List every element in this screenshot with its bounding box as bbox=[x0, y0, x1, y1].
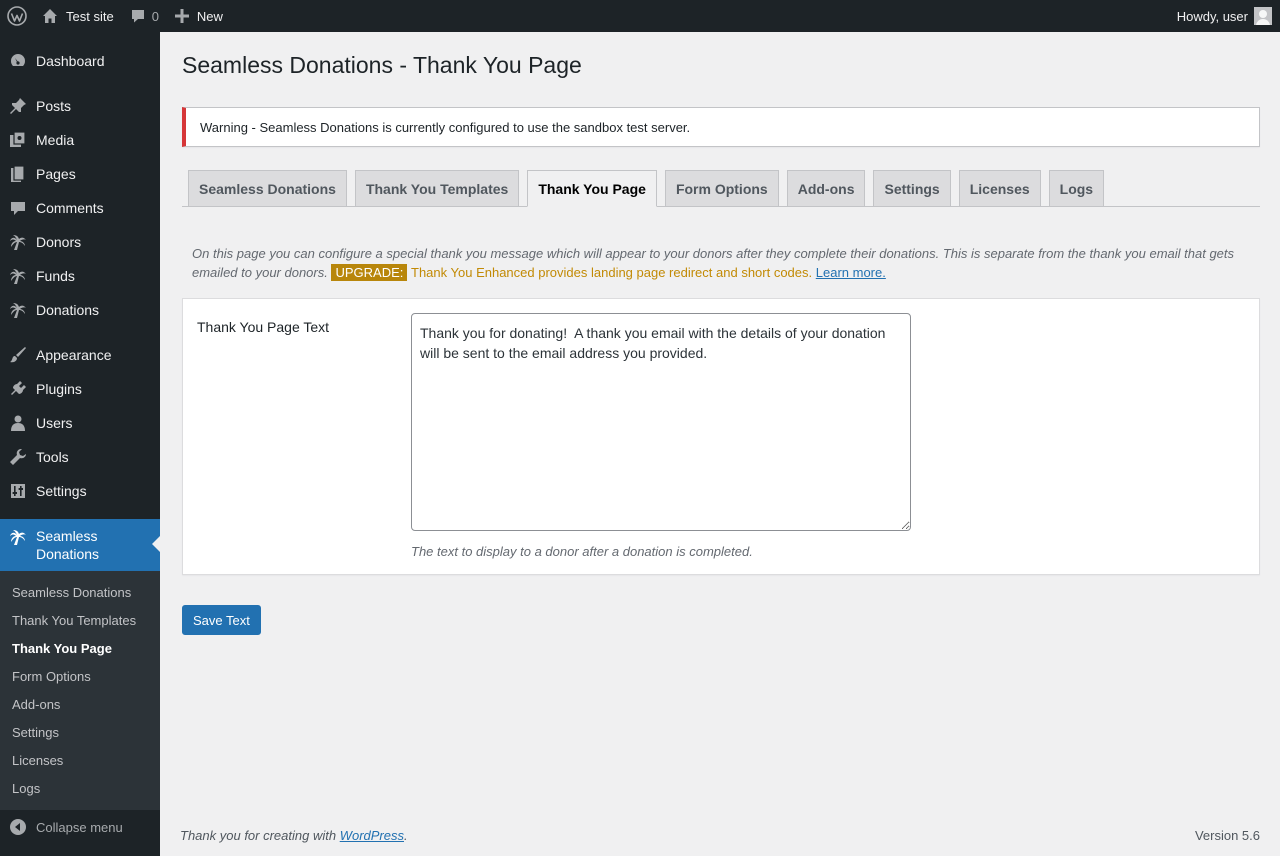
tab-seamless-donations[interactable]: Seamless Donations bbox=[188, 170, 347, 206]
collapse-arrow-icon bbox=[0, 818, 36, 836]
sidebar-item-dashboard[interactable]: Dashboard bbox=[0, 44, 160, 78]
sidebar-item-media[interactable]: Media bbox=[0, 123, 160, 157]
wordpress-link[interactable]: WordPress bbox=[340, 828, 404, 843]
submenu-item-seamless-donations[interactable]: Seamless Donations bbox=[0, 578, 160, 606]
save-text-button[interactable]: Save Text bbox=[182, 605, 261, 635]
submenu-item-add-ons[interactable]: Add-ons bbox=[0, 690, 160, 718]
submenu-item-thank-you-templates[interactable]: Thank You Templates bbox=[0, 606, 160, 634]
sidebar-item-label: Comments bbox=[36, 200, 104, 216]
palm-tree-icon bbox=[0, 233, 36, 251]
sidebar-item-label: Media bbox=[36, 132, 75, 148]
tab-thank-you-templates[interactable]: Thank You Templates bbox=[354, 170, 520, 206]
nav-tabs: Seamless Donations Thank You Templates T… bbox=[182, 170, 1260, 207]
comment-icon bbox=[131, 10, 144, 23]
home-icon bbox=[43, 9, 57, 23]
palm-tree-icon bbox=[0, 527, 36, 546]
sidebar-item-plugins[interactable]: Plugins bbox=[0, 372, 160, 406]
sidebar-item-pages[interactable]: Pages bbox=[0, 157, 160, 191]
sidebar-item-label: Donors bbox=[36, 234, 82, 250]
sidebar-item-label: Donations bbox=[36, 302, 100, 318]
sidebar-item-seamless-donations[interactable]: Seamless Donations bbox=[0, 519, 160, 571]
comments-link[interactable]: 0 bbox=[122, 0, 167, 32]
main-content: Seamless Donations - Thank You Page Warn… bbox=[160, 32, 1280, 856]
tab-form-options[interactable]: Form Options bbox=[664, 170, 779, 206]
sidebar-item-donations[interactable]: Donations bbox=[0, 293, 160, 327]
sidebar-item-settings[interactable]: Settings bbox=[0, 474, 160, 508]
tab-add-ons[interactable]: Add-ons bbox=[786, 170, 866, 206]
plus-icon bbox=[174, 9, 189, 23]
collapse-menu-label: Collapse menu bbox=[36, 819, 123, 835]
sidebar-item-label: Plugins bbox=[36, 381, 82, 397]
new-content-button[interactable]: New bbox=[167, 0, 231, 32]
new-label: New bbox=[196, 8, 223, 24]
palm-tree-icon bbox=[0, 267, 36, 285]
thank-you-text-label: Thank You Page Text bbox=[197, 319, 330, 335]
submenu-item-settings[interactable]: Settings bbox=[0, 718, 160, 746]
sliders-icon bbox=[0, 482, 36, 500]
tab-logs[interactable]: Logs bbox=[1048, 170, 1105, 206]
page-title: Seamless Donations - Thank You Page bbox=[182, 52, 582, 78]
comments-count: 0 bbox=[151, 8, 159, 24]
notice-text: Warning - Seamless Donations is currentl… bbox=[200, 119, 691, 135]
site-name-link[interactable]: Test site bbox=[34, 0, 122, 32]
tab-licenses[interactable]: Licenses bbox=[958, 170, 1041, 206]
pin-icon bbox=[0, 97, 36, 115]
collapse-menu-button[interactable]: Collapse menu bbox=[0, 810, 160, 844]
field-description: The text to display to a donor after a d… bbox=[411, 544, 753, 559]
sidebar-item-comments[interactable]: Comments bbox=[0, 191, 160, 225]
sidebar-item-label: Posts bbox=[36, 98, 72, 114]
howdy-label: Howdy, user bbox=[1176, 8, 1248, 24]
tab-thank-you-page[interactable]: Thank You Page bbox=[527, 170, 657, 207]
sidebar-item-label: Tools bbox=[36, 449, 69, 465]
sidebar-item-label: Funds bbox=[36, 268, 75, 284]
wrench-icon bbox=[0, 448, 36, 466]
submenu-item-thank-you-page[interactable]: Thank You Page bbox=[0, 634, 160, 662]
warning-notice: Warning - Seamless Donations is currentl… bbox=[182, 107, 1260, 147]
my-account-menu[interactable]: Howdy, user bbox=[1169, 0, 1280, 32]
pages-icon bbox=[0, 165, 36, 183]
footer: Thank you for creating with WordPress. V… bbox=[180, 828, 1260, 843]
wordpress-logo-icon[interactable] bbox=[0, 0, 34, 32]
sidebar-item-label: Dashboard bbox=[36, 53, 105, 69]
upgrade-badge: UPGRADE: bbox=[331, 264, 408, 281]
learn-more-link[interactable]: Learn more. bbox=[816, 265, 886, 280]
admin-bar: Test site 0 New Howdy, user bbox=[0, 0, 1280, 32]
settings-form: Thank You Page Text Thank you for donati… bbox=[182, 298, 1260, 575]
sidebar-item-donors[interactable]: Donors bbox=[0, 225, 160, 259]
credit-suffix: . bbox=[404, 828, 408, 843]
plug-icon bbox=[0, 380, 36, 398]
sidebar-item-label: Pages bbox=[36, 166, 76, 182]
submenu-item-form-options[interactable]: Form Options bbox=[0, 662, 160, 690]
sidebar-submenu: Seamless Donations Thank You Templates T… bbox=[0, 571, 160, 810]
credit-prefix: Thank you for creating with bbox=[180, 828, 337, 843]
footer-credit: Thank you for creating with WordPress. bbox=[180, 828, 408, 843]
sidebar-item-users[interactable]: Users bbox=[0, 406, 160, 440]
intro-paragraph: On this page you can configure a special… bbox=[192, 244, 1252, 282]
comment-icon bbox=[0, 199, 36, 217]
submenu-item-licenses[interactable]: Licenses bbox=[0, 746, 160, 774]
user-icon bbox=[0, 414, 36, 432]
site-name-label: Test site bbox=[66, 8, 114, 24]
sidebar-item-label: Seamless Donations bbox=[36, 528, 100, 562]
sidebar-item-label: Appearance bbox=[36, 347, 112, 363]
sidebar-item-tools[interactable]: Tools bbox=[0, 440, 160, 474]
palm-tree-icon bbox=[0, 301, 36, 319]
sidebar-item-label: Users bbox=[36, 415, 73, 431]
avatar bbox=[1254, 7, 1272, 25]
submenu-item-logs[interactable]: Logs bbox=[0, 774, 160, 802]
sidebar-item-posts[interactable]: Posts bbox=[0, 89, 160, 123]
current-menu-arrow bbox=[152, 536, 160, 552]
sidebar-item-funds[interactable]: Funds bbox=[0, 259, 160, 293]
brush-icon bbox=[0, 346, 36, 364]
thank-you-text-field[interactable]: Thank you for donating! A thank you emai… bbox=[411, 313, 911, 531]
upgrade-text: Thank You Enhanced provides landing page… bbox=[411, 265, 813, 280]
dashboard-icon bbox=[0, 52, 36, 70]
version-label: Version 5.6 bbox=[1194, 828, 1260, 843]
admin-sidebar: Dashboard Posts Media Pages Comments Don… bbox=[0, 32, 160, 856]
tab-settings[interactable]: Settings bbox=[873, 170, 951, 206]
sidebar-item-label: Settings bbox=[36, 483, 87, 499]
media-icon bbox=[0, 131, 36, 149]
sidebar-item-appearance[interactable]: Appearance bbox=[0, 338, 160, 372]
